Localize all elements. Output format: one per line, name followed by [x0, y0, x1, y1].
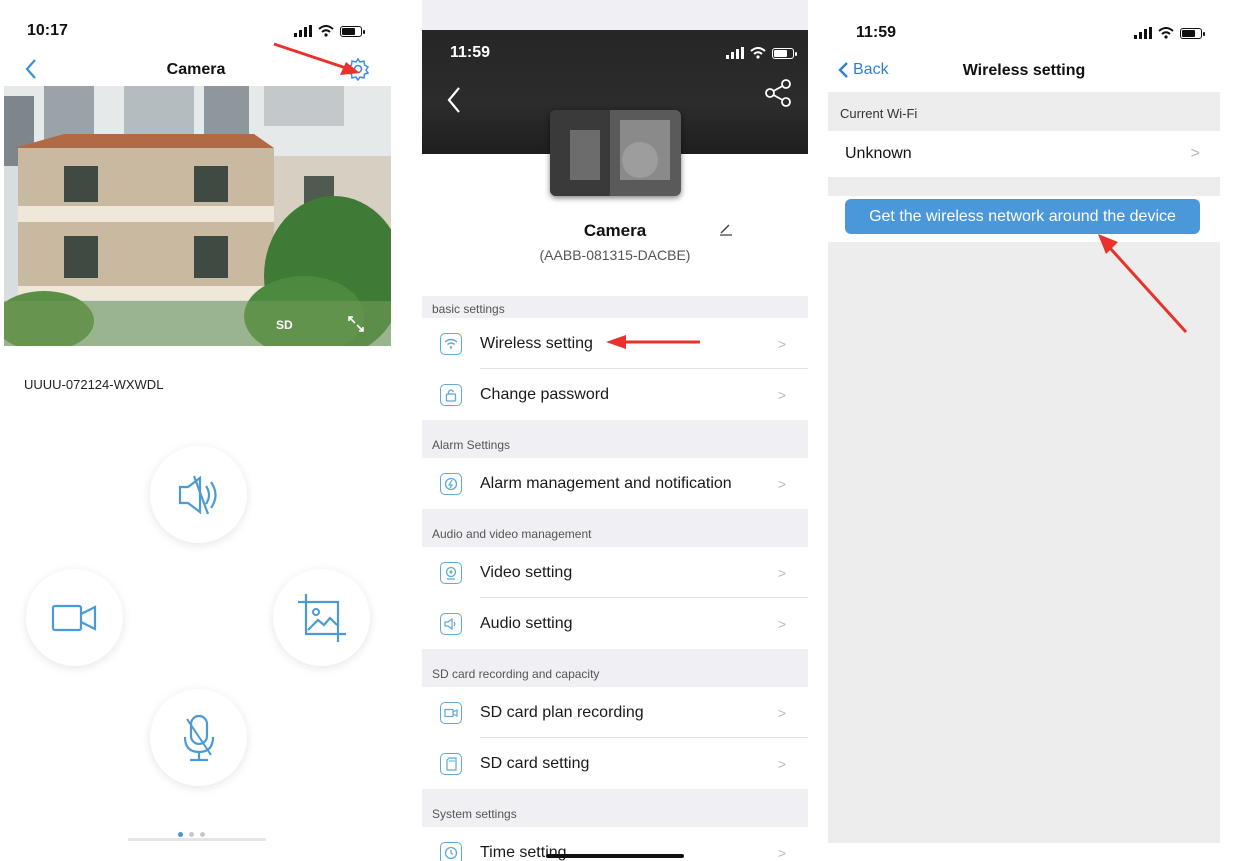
current-wifi-header: Current Wi-Fi [840, 106, 918, 121]
battery-icon [340, 25, 365, 37]
status-bar: 11:59 [450, 44, 797, 62]
row-label: Audio setting [480, 614, 573, 632]
camera-name: Camera [583, 221, 647, 240]
nav-bar: Camera [0, 55, 392, 85]
status-icons [1134, 27, 1205, 39]
chevron-right-icon: > [777, 755, 786, 772]
chevron-right-icon: > [777, 335, 786, 352]
chevron-right-icon: > [777, 844, 786, 861]
row-sd-plan-recording[interactable]: SD card plan recording > [422, 687, 808, 738]
battery-icon [772, 47, 797, 59]
row-video-setting[interactable]: Video setting > [422, 547, 808, 598]
row-label: SD card setting [480, 754, 590, 772]
scan-wireless-button[interactable]: Get the wireless network around the devi… [845, 199, 1200, 234]
row-label: Video setting [480, 563, 573, 581]
chevron-right-icon: > [777, 704, 786, 721]
device-id-label: UUUU-072124-WXWDL [24, 377, 164, 392]
edit-pencil-icon[interactable] [719, 222, 733, 236]
wifi-status-icon [318, 25, 334, 37]
home-indicator [546, 854, 684, 858]
page-title: Camera [166, 61, 226, 78]
status-time: 10:17 [27, 22, 68, 39]
speaker-muted-icon [178, 475, 217, 514]
page-dot [200, 832, 205, 837]
annotation-arrow [1098, 234, 1188, 334]
row-wireless-setting[interactable]: Wireless setting > [422, 318, 808, 369]
status-icons [294, 25, 365, 37]
row-label: Wireless setting [480, 334, 593, 352]
webcam-icon [440, 561, 462, 584]
section-header-basic: basic settings [432, 302, 505, 316]
camera-thumbnail[interactable] [550, 110, 681, 196]
chevron-right-icon: > [777, 615, 786, 632]
status-time: 11:59 [856, 24, 897, 41]
alarm-icon [440, 472, 462, 495]
video-record-icon [440, 701, 462, 724]
status-bar: 11:59 [856, 24, 1205, 42]
wifi-status-icon [1158, 27, 1174, 39]
section-header-audio-video: Audio and video management [432, 527, 592, 541]
chevron-right-icon: > [777, 564, 786, 581]
row-label: Time setting [480, 843, 567, 861]
wifi-status-icon [750, 47, 766, 59]
live-video-feed[interactable] [4, 86, 391, 346]
row-audio-setting[interactable]: Audio setting > [422, 598, 808, 649]
microphone-button[interactable] [150, 689, 247, 786]
current-wifi-row[interactable]: Unknown > [828, 131, 1220, 177]
chevron-right-icon: > [777, 386, 786, 403]
lock-icon [440, 383, 462, 406]
sd-card-icon [440, 752, 462, 775]
camera-live-screen: 10:17 Camera SD UUUU-072124-WXWDL [0, 0, 392, 861]
status-time: 11:59 [450, 44, 491, 61]
signal-icon [294, 25, 312, 37]
chevron-right-icon: > [1190, 145, 1200, 162]
row-label: Alarm management and notification [480, 474, 732, 492]
page-scroll-bar [128, 838, 266, 841]
status-bar: 10:17 [27, 22, 365, 40]
video-frame-image [4, 86, 391, 346]
page-indicator [178, 832, 205, 837]
status-icons [726, 47, 797, 59]
image-crop-icon [297, 593, 346, 642]
speaker-icon [440, 612, 462, 635]
device-settings-screen: 11:59 Camera (AABB-081315-DACBE) basic s… [422, 0, 808, 861]
battery-icon [1180, 27, 1205, 39]
thumbnail-image [550, 110, 681, 196]
wifi-icon [440, 332, 462, 355]
page-title: Wireless setting [962, 62, 1086, 79]
row-change-password[interactable]: Change password > [422, 369, 808, 420]
page-dot [189, 832, 194, 837]
share-icon[interactable] [764, 78, 794, 108]
clock-icon [440, 841, 462, 861]
snapshot-button[interactable] [273, 569, 370, 666]
record-video-button[interactable] [26, 569, 123, 666]
video-camera-icon [51, 604, 96, 631]
section-header-alarm: Alarm Settings [432, 438, 511, 452]
mute-button[interactable] [150, 446, 247, 543]
signal-icon [1134, 27, 1152, 39]
chevron-right-icon: > [777, 475, 786, 492]
wireless-setting-screen: 11:59 Back Wireless setting Current Wi-F… [828, 0, 1220, 843]
section-header-sd-card: SD card recording and capacity [432, 667, 600, 681]
quality-toggle[interactable]: SD [276, 318, 293, 332]
signal-icon [726, 47, 744, 59]
row-sd-card-setting[interactable]: SD card setting > [422, 738, 808, 789]
current-wifi-value: Unknown [845, 145, 912, 162]
row-label: SD card plan recording [480, 703, 644, 721]
fullscreen-icon[interactable] [346, 314, 366, 334]
section-header-system: System settings [432, 807, 517, 821]
row-alarm-management[interactable]: Alarm management and notification > [422, 458, 808, 509]
camera-id: (AABB-081315-DACBE) [539, 247, 691, 263]
row-label: Change password [480, 385, 609, 403]
microphone-muted-icon [183, 714, 214, 761]
gear-icon[interactable] [346, 57, 370, 81]
page-dot [178, 832, 183, 837]
back-chevron-icon[interactable] [446, 86, 462, 114]
